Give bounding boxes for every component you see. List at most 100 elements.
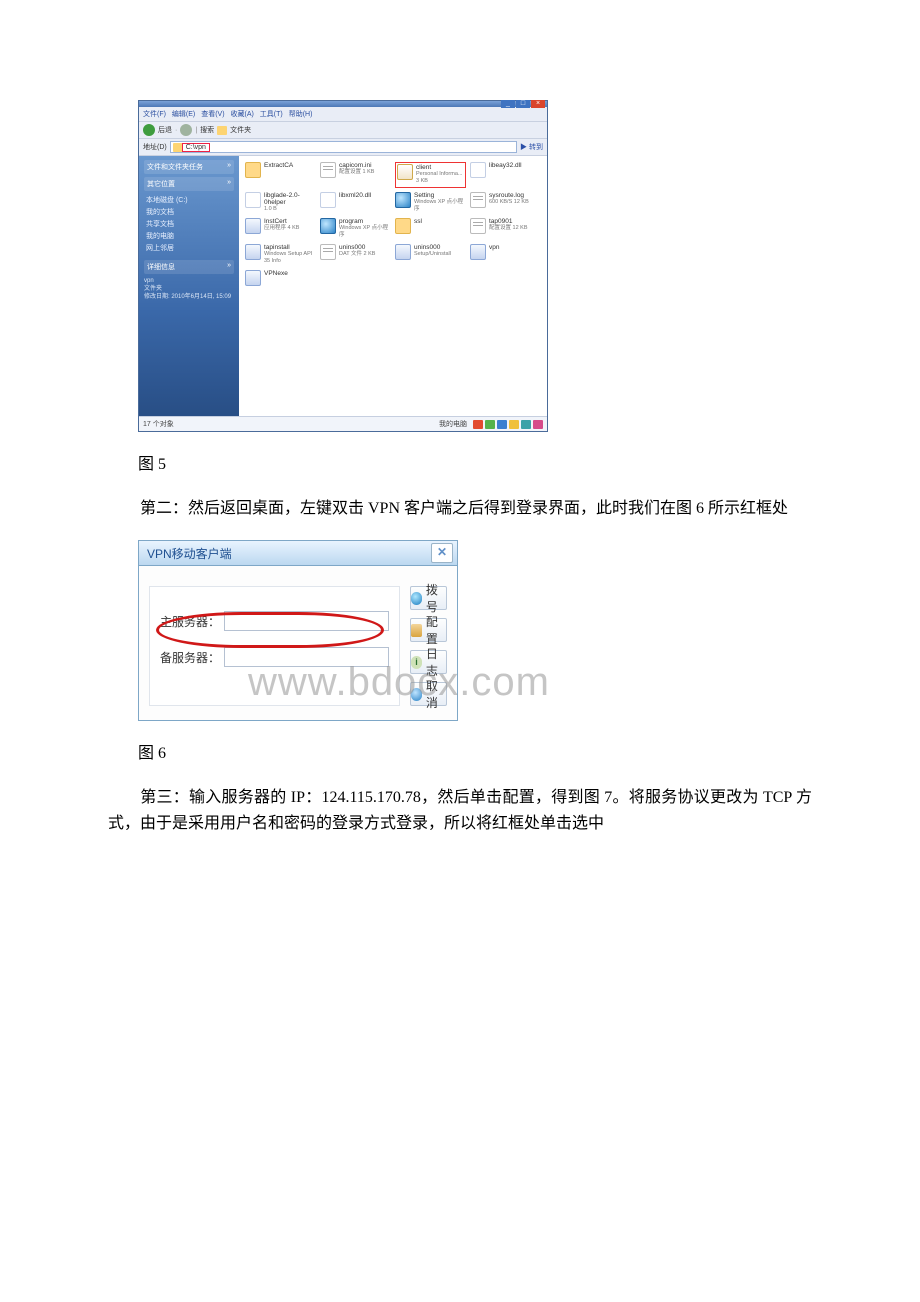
dial-label: 拨号 xyxy=(426,581,446,615)
sidebar: 文件和文件夹任务 » 其它位置 » 本地磁盘 (C:) 我的文档 共享文档 我的… xyxy=(139,156,239,416)
file-item[interactable]: ssl xyxy=(395,218,466,240)
file-item[interactable]: unins000Setup/Uninstall xyxy=(395,244,466,266)
file-name: program xyxy=(339,218,391,225)
tray-icon[interactable] xyxy=(509,420,519,429)
menu-edit[interactable]: 编辑(E) xyxy=(172,111,195,118)
sidebar-panel-details[interactable]: 详细信息 » xyxy=(144,260,234,274)
file-name: InstCert xyxy=(264,218,299,225)
tray-icon[interactable] xyxy=(497,420,507,429)
file-name: client xyxy=(416,164,464,171)
exe-icon xyxy=(470,244,486,260)
dll-icon xyxy=(470,162,486,178)
forward-icon[interactable] xyxy=(180,124,192,136)
file-item[interactable]: libxml20.dll xyxy=(320,192,391,214)
sidebar-item[interactable]: 我的文档 xyxy=(144,206,234,218)
file-item[interactable]: VPNexe xyxy=(245,270,316,292)
status-right: 我的电脑 xyxy=(439,419,467,429)
file-subtext: 600 KB/S 12 KB xyxy=(489,199,529,206)
cancel-button[interactable]: 取消 xyxy=(410,682,447,706)
log-button[interactable]: i日志 xyxy=(410,650,447,674)
folder-icon xyxy=(245,162,261,178)
chevron-icon: » xyxy=(227,262,231,272)
config-button[interactable]: 配置 xyxy=(410,618,447,642)
menu-fav[interactable]: 收藏(A) xyxy=(231,111,254,118)
file-item[interactable]: libeay32.dll xyxy=(470,162,541,184)
folder-icon xyxy=(395,218,411,234)
paragraph-text: 第三：输入服务器的 IP：124.115.170.78，然后单击配置，得到图 7… xyxy=(108,789,812,832)
folders-button[interactable]: 文件夹 xyxy=(230,125,251,135)
sidebar-item[interactable]: 我的电脑 xyxy=(144,230,234,242)
detail-line: 修改日期: 2010年6月14日, 15:09 xyxy=(144,293,234,301)
file-name: vpn xyxy=(489,244,499,251)
tray-icon[interactable] xyxy=(533,420,543,429)
go-button[interactable]: ▶ 转到 xyxy=(520,142,543,152)
address-path: C:\vpn xyxy=(182,143,210,152)
file-name: ssl xyxy=(414,218,422,225)
file-name: libxml20.dll xyxy=(339,192,371,199)
minimize-button[interactable]: _ xyxy=(501,100,515,108)
sidebar-panel-places[interactable]: 其它位置 » xyxy=(144,177,234,191)
menu-tools[interactable]: 工具(T) xyxy=(260,111,283,118)
file-name: sysroute.log xyxy=(489,192,529,199)
paragraph-3: 第三：输入服务器的 IP：124.115.170.78，然后单击配置，得到图 7… xyxy=(108,785,812,837)
file-subtext: Windows XP 点小程序 xyxy=(339,225,391,239)
sidebar-item[interactable]: 共享文档 xyxy=(144,218,234,230)
panel-title-label: 文件和文件夹任务 xyxy=(147,162,203,172)
file-item[interactable]: vpn xyxy=(470,244,541,266)
menu-help[interactable]: 帮助(H) xyxy=(289,111,313,118)
file-name: Setting xyxy=(414,192,466,199)
dial-button[interactable]: 拨号 xyxy=(410,586,447,610)
file-item[interactable]: SettingWindows XP 点小程序 xyxy=(395,192,466,214)
paragraph-2: 第二：然后返回桌面，左键双击 VPN 客户端之后得到登录界面，此时我们在图 6 … xyxy=(108,496,812,522)
tray-icon[interactable] xyxy=(521,420,531,429)
paragraph-text: 第二：然后返回桌面，左键双击 VPN 客户端之后得到登录界面，此时我们在图 6 … xyxy=(140,500,788,517)
explorer-body: 文件和文件夹任务 » 其它位置 » 本地磁盘 (C:) 我的文档 共享文档 我的… xyxy=(139,156,547,416)
back-label[interactable]: 后退 xyxy=(158,125,172,135)
vpn-close-button[interactable]: ✕ xyxy=(431,543,453,563)
cancel-icon xyxy=(411,688,422,701)
file-item[interactable]: programWindows XP 点小程序 xyxy=(320,218,391,240)
file-item[interactable]: unins000DAT 文件 2 KB xyxy=(320,244,391,266)
close-button[interactable]: × xyxy=(531,100,545,108)
file-name: tap0901 xyxy=(489,218,528,225)
file-item[interactable]: InstCert应用程序 4 KB xyxy=(245,218,316,240)
menu-file[interactable]: 文件(F) xyxy=(143,111,166,118)
file-item[interactable]: libglade-2.0-0helper1.0 B xyxy=(245,192,316,214)
sidebar-panel-tasks[interactable]: 文件和文件夹任务 » xyxy=(144,160,234,174)
ini-icon xyxy=(320,244,336,260)
tray-icon[interactable] xyxy=(485,420,495,429)
exe-icon xyxy=(245,244,261,260)
vpn-form: 主服务器： 备服务器： xyxy=(149,586,400,706)
sidebar-item[interactable]: 本地磁盘 (C:) xyxy=(144,194,234,206)
file-item[interactable]: tapinstallWindows Setup API 35 Info xyxy=(245,244,316,266)
window-controls: _ □ × xyxy=(501,100,545,108)
sidebar-item[interactable]: 网上邻居 xyxy=(144,242,234,254)
file-item[interactable]: tap0901配置设置 12 KB xyxy=(470,218,541,240)
dll-icon xyxy=(245,192,261,208)
vpn-titlebar: VPN移动客户端 ✕ xyxy=(138,540,458,565)
folders-icon[interactable] xyxy=(217,126,227,135)
maximize-button[interactable]: □ xyxy=(516,100,530,108)
figure5-caption: 图 5 xyxy=(138,450,812,474)
exe-icon xyxy=(395,244,411,260)
address-input[interactable]: C:\vpn xyxy=(170,141,517,153)
file-name: libglade-2.0-0helper xyxy=(264,192,316,206)
file-item[interactable]: capicom.ini配置设置 1 KB xyxy=(320,162,391,184)
file-subtext: 应用程序 4 KB xyxy=(264,225,299,232)
file-name: unins000 xyxy=(414,244,451,251)
backup-server-input[interactable] xyxy=(224,647,389,667)
tray-icon[interactable] xyxy=(473,420,483,429)
ini-icon xyxy=(470,218,486,234)
main-server-input[interactable] xyxy=(224,611,389,631)
search-button[interactable]: 搜索 xyxy=(200,125,214,135)
file-name: capicom.ini xyxy=(339,162,374,169)
toolbar-sep2: | xyxy=(195,127,197,134)
menu-view[interactable]: 查看(V) xyxy=(201,111,224,118)
file-item[interactable]: sysroute.log600 KB/S 12 KB xyxy=(470,192,541,214)
back-icon[interactable] xyxy=(143,124,155,136)
detail-line: vpn xyxy=(144,277,234,285)
vpn-body: 主服务器： 备服务器： 拨号 配置 i日志 取消 xyxy=(138,565,458,721)
document-page: _ □ × 文件(F) 编辑(E) 查看(V) 收藏(A) 工具(T) 帮助(H… xyxy=(0,0,920,895)
file-item[interactable]: ExtractCA xyxy=(245,162,316,184)
file-item[interactable]: clientPersonal Informa... 3 KB xyxy=(395,162,466,188)
